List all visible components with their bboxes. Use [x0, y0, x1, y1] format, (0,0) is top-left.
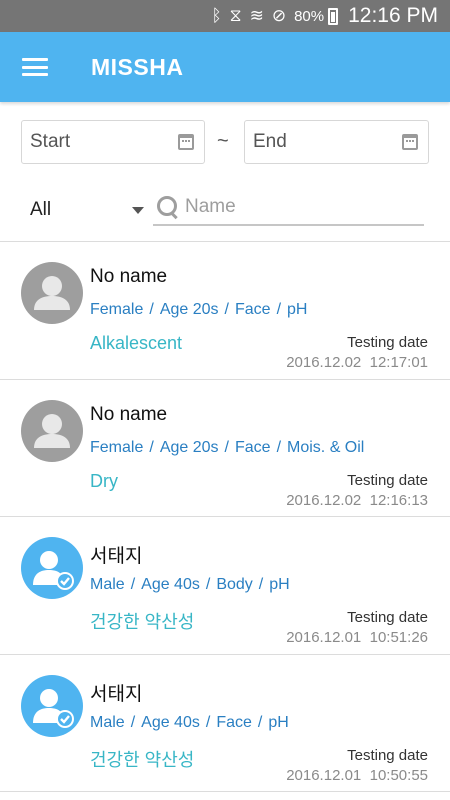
search-bar[interactable] [153, 190, 424, 226]
tag-area: Face [234, 301, 271, 318]
testing-date-label: Testing date [347, 746, 428, 764]
tag-test: pH [287, 301, 308, 318]
tag-separator: / [257, 713, 263, 731]
list-item[interactable]: 서태지 Male / Age 40s / Body / pH 건강한 약산성 Testing da… [0, 517, 450, 655]
bluetooth-icon: ᛒ [211, 5, 222, 26]
battery-percent: 80% [294, 7, 325, 25]
dropdown-arrow-icon[interactable] [132, 206, 144, 214]
testing-date-label: Testing date [347, 609, 428, 626]
record-result: Dry [90, 470, 118, 491]
tag-gender: Female [90, 438, 144, 456]
testing-date-label: Testing date [347, 334, 428, 351]
verified-user-icon [21, 537, 83, 599]
end-date-placeholder: End [253, 131, 287, 152]
tag-area: Face [234, 438, 271, 456]
tag-area: Face [216, 713, 252, 731]
testing-date-label: Testing date [347, 471, 428, 489]
user-avatar-icon [21, 262, 83, 324]
tag-test: pH [269, 576, 290, 593]
user-avatar-icon [21, 399, 83, 462]
record-result: Alkalescent [90, 333, 183, 353]
tag-separator: / [224, 438, 229, 456]
tag-age: Age 20s [159, 438, 219, 456]
testing-date-value: 2016.12.02 12:17:01 [286, 354, 428, 371]
testing-date-value: 2016.12.02 12:16:13 [286, 492, 428, 509]
tag-separator: / [205, 713, 211, 731]
record-name: No name [90, 266, 168, 287]
tag-separator: / [130, 713, 136, 731]
tag-age: Age 40s [141, 713, 200, 731]
app-title: MISSHA [91, 53, 184, 80]
tag-age: Age 40s [141, 576, 200, 593]
record-time: 10:50:55 [369, 766, 428, 784]
record-date: 2016.12.01 [286, 766, 362, 784]
app-bar: MISSHA [0, 32, 450, 102]
tag-separator: / [224, 301, 229, 318]
testing-date-value: 2016.12.01 10:51:26 [286, 629, 428, 646]
record-name: No name [90, 403, 168, 425]
record-result: 건강한 약산성 [90, 612, 195, 632]
vibrate-icon: ⧖ [229, 5, 242, 26]
calendar-icon[interactable] [178, 134, 194, 150]
list-item[interactable]: No name Female / Age 20s / Face / Mois. & Oil Dr… [0, 380, 450, 517]
tag-test: Mois. & Oil [287, 438, 365, 456]
battery-icon [328, 7, 339, 25]
tag-separator: / [276, 438, 282, 456]
date-range-separator: ~ [217, 130, 229, 152]
record-tags: Female / Age 20s / Face / Mois. & Oil [90, 439, 364, 457]
record-tags: Male / Age 40s / Face / pH [90, 714, 289, 732]
tag-gender: Male [90, 713, 125, 731]
record-time: 12:17:01 [369, 354, 428, 371]
record-tags: Male / Age 40s / Body / pH [90, 576, 290, 594]
wifi-icon: ≋ [249, 5, 264, 26]
record-date: 2016.12.02 [286, 354, 362, 371]
testing-date-value: 2016.12.01 10:50:55 [286, 767, 428, 784]
record-name: 서태지 [90, 546, 143, 567]
menu-icon[interactable] [22, 58, 48, 76]
search-input[interactable] [185, 196, 405, 218]
calendar-icon[interactable] [402, 134, 418, 150]
tag-separator: / [276, 301, 282, 318]
category-dropdown[interactable]: All [30, 192, 148, 228]
tag-separator: / [149, 301, 154, 318]
record-tags: Female / Age 20s / Face / pH [90, 301, 307, 319]
tag-separator: / [149, 438, 154, 456]
status-bar: ᛒ ⧖ ≋ ⊘ 80% 12:16 PM [0, 0, 450, 32]
record-list: No name Female / Age 20s / Face / pH Alkalescent… [0, 242, 450, 792]
tag-area: Body [216, 576, 253, 593]
search-icon [157, 196, 179, 218]
record-date: 2016.12.02 [286, 491, 362, 509]
tag-test: pH [268, 713, 289, 731]
record-date: 2016.12.01 [286, 629, 362, 646]
do-not-disturb-icon: ⊘ [271, 5, 287, 26]
tag-separator: / [205, 576, 211, 593]
tag-gender: Male [90, 576, 125, 593]
record-result: 건강한 약산성 [90, 749, 195, 770]
start-date-placeholder: Start [30, 131, 71, 152]
category-selected: All [30, 199, 52, 220]
tag-gender: Female [90, 301, 144, 318]
verified-user-icon [21, 674, 83, 737]
status-time: 12:16 PM [348, 4, 438, 27]
list-item[interactable]: No name Female / Age 20s / Face / pH Alkalescent… [0, 242, 450, 380]
tag-age: Age 20s [159, 301, 219, 318]
end-date-field[interactable]: End [244, 120, 429, 164]
record-name: 서태지 [90, 683, 143, 705]
list-item[interactable]: 서태지 Male / Age 40s / Face / pH 건강한 약산성 Testing da… [0, 655, 450, 792]
record-time: 12:16:13 [369, 491, 428, 509]
start-date-field[interactable]: Start [21, 120, 205, 164]
record-time: 10:51:26 [369, 629, 428, 646]
tag-separator: / [130, 576, 136, 593]
tag-separator: / [258, 576, 264, 593]
